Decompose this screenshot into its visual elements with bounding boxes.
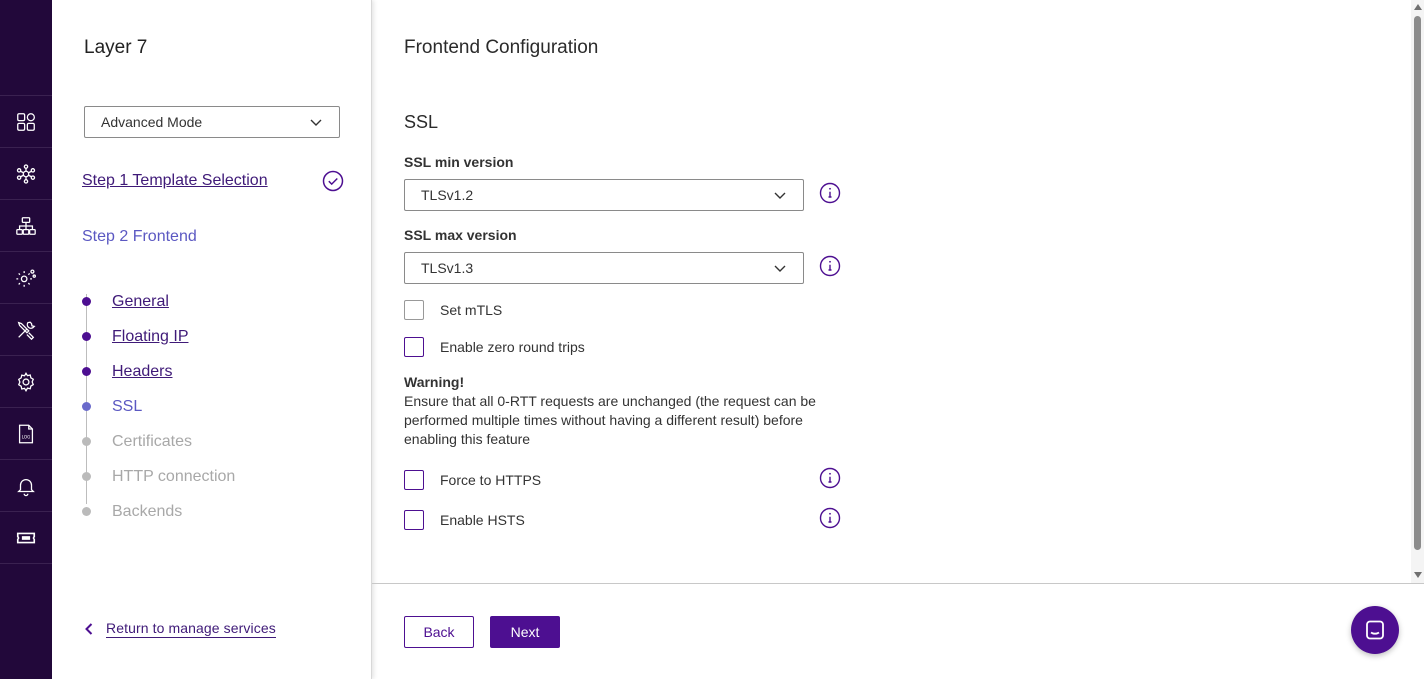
zero-rtt-warning: Warning! Ensure that all 0-RTT requests … xyxy=(404,373,824,449)
chevron-left-icon xyxy=(85,623,93,635)
back-button[interactable]: Back xyxy=(404,616,474,648)
rail-item-tools[interactable] xyxy=(0,304,52,356)
notification-bell-icon xyxy=(17,478,35,496)
rail-item-logs[interactable]: LOG xyxy=(0,408,52,460)
ssl-min-value: TLSv1.2 xyxy=(421,187,474,203)
substep-ssl: SSL xyxy=(82,389,235,424)
warning-text: Ensure that all 0-RTT requests are uncha… xyxy=(404,393,816,447)
mode-select-value: Advanced Mode xyxy=(101,114,203,130)
info-icon[interactable] xyxy=(819,507,841,529)
ssl-min-label: SSL min version xyxy=(404,154,514,170)
force-https-checkbox[interactable]: Force to HTTPS xyxy=(404,470,541,490)
zero-rtt-checkbox[interactable]: Enable zero round trips xyxy=(404,337,585,357)
network-icon xyxy=(16,216,36,235)
set-mtls-checkbox[interactable]: Set mTLS xyxy=(404,300,502,320)
log-file-icon: LOG xyxy=(18,424,34,443)
ssl-max-label: SSL max version xyxy=(404,227,517,243)
substep-http-connection: HTTP connection xyxy=(82,459,235,494)
substep-label: SSL xyxy=(112,397,143,415)
substep-list: General Floating IP Headers SSL Certific… xyxy=(82,284,235,529)
substep-dot xyxy=(82,507,91,516)
checkbox-label: Force to HTTPS xyxy=(440,472,542,488)
ticket-icon xyxy=(16,532,36,543)
substep-label: General xyxy=(112,292,169,310)
chat-icon xyxy=(1366,620,1384,640)
substep-dot xyxy=(82,332,91,341)
substep-general[interactable]: General xyxy=(82,284,235,319)
info-icon[interactable] xyxy=(819,182,841,204)
rail-item-settings[interactable] xyxy=(0,356,52,408)
checkbox-label: Enable HSTS xyxy=(440,512,525,528)
page-title: Frontend Configuration xyxy=(404,37,599,58)
info-icon[interactable] xyxy=(819,255,841,277)
rail-logo-area xyxy=(0,0,52,96)
svg-text:LOG: LOG xyxy=(22,434,31,439)
checkbox-box[interactable] xyxy=(404,300,424,320)
return-link-label: Return to manage services xyxy=(106,620,276,638)
main-content: Frontend Configuration SSL SSL min versi… xyxy=(373,0,1411,583)
main-scrollbar[interactable] xyxy=(1411,0,1424,583)
scroll-thumb[interactable] xyxy=(1414,16,1421,550)
services-icon xyxy=(16,163,36,184)
substep-label: Floating IP xyxy=(112,327,189,345)
substep-label: Certificates xyxy=(112,432,193,450)
substep-headers[interactable]: Headers xyxy=(82,354,235,389)
substep-backends: Backends xyxy=(82,494,235,529)
footer-divider xyxy=(372,583,1424,584)
substep-dot xyxy=(82,437,91,446)
tools-icon xyxy=(17,321,36,340)
sidebar-title: Layer 7 xyxy=(84,37,148,58)
ssl-max-value: TLSv1.3 xyxy=(421,260,474,276)
icon-rail: LOG xyxy=(0,0,52,679)
rail-item-cluster-settings[interactable] xyxy=(0,252,52,304)
substep-certificates: Certificates xyxy=(82,424,235,459)
scroll-down-arrow[interactable] xyxy=(1414,572,1422,578)
enable-hsts-checkbox[interactable]: Enable HSTS xyxy=(404,510,525,530)
substep-dot xyxy=(82,297,91,306)
chevron-down-icon xyxy=(310,119,322,126)
substep-dot xyxy=(82,402,91,411)
return-to-services-link[interactable]: Return to manage services xyxy=(82,620,276,638)
step-1-link[interactable]: Step 1 Template Selection xyxy=(82,172,268,190)
substep-dot xyxy=(82,367,91,376)
substep-floating-ip[interactable]: Floating IP xyxy=(82,319,235,354)
step-1: Step 1 Template Selection xyxy=(82,170,344,192)
substep-label: HTTP connection xyxy=(112,467,236,485)
next-button[interactable]: Next xyxy=(490,616,560,648)
substep-label: Backends xyxy=(112,502,183,520)
settings-cluster-icon xyxy=(16,268,36,287)
rail-item-tickets[interactable] xyxy=(0,512,52,564)
check-circle-icon xyxy=(322,170,344,192)
chat-launcher-button[interactable] xyxy=(1351,606,1399,654)
info-icon[interactable] xyxy=(819,467,841,489)
dashboard-icon xyxy=(17,112,35,131)
steps-sidebar: Layer 7 Advanced Mode Step 1 Template Se… xyxy=(52,0,372,679)
settings-icon xyxy=(17,371,35,392)
rail-item-notifications[interactable] xyxy=(0,460,52,512)
substep-dot xyxy=(82,472,91,481)
checkbox-label: Set mTLS xyxy=(440,302,503,318)
warning-title: Warning! xyxy=(404,374,465,390)
rail-item-services[interactable] xyxy=(0,148,52,200)
chevron-down-icon xyxy=(774,265,786,272)
checkbox-box[interactable] xyxy=(404,510,424,530)
rail-item-network[interactable] xyxy=(0,200,52,252)
checkbox-box[interactable] xyxy=(404,470,424,490)
mode-select[interactable]: Advanced Mode xyxy=(84,106,340,138)
chevron-down-icon xyxy=(774,192,786,199)
step-2-label: Step 2 Frontend xyxy=(82,228,197,245)
checkbox-label: Enable zero round trips xyxy=(440,339,585,355)
substep-label: Headers xyxy=(112,362,173,380)
ssl-max-select[interactable]: TLSv1.3 xyxy=(404,252,804,284)
ssl-min-select[interactable]: TLSv1.2 xyxy=(404,179,804,211)
checkbox-box[interactable] xyxy=(404,337,424,357)
scroll-up-arrow[interactable] xyxy=(1414,4,1422,10)
rail-item-dashboard[interactable] xyxy=(0,96,52,148)
section-title: SSL xyxy=(404,112,439,132)
